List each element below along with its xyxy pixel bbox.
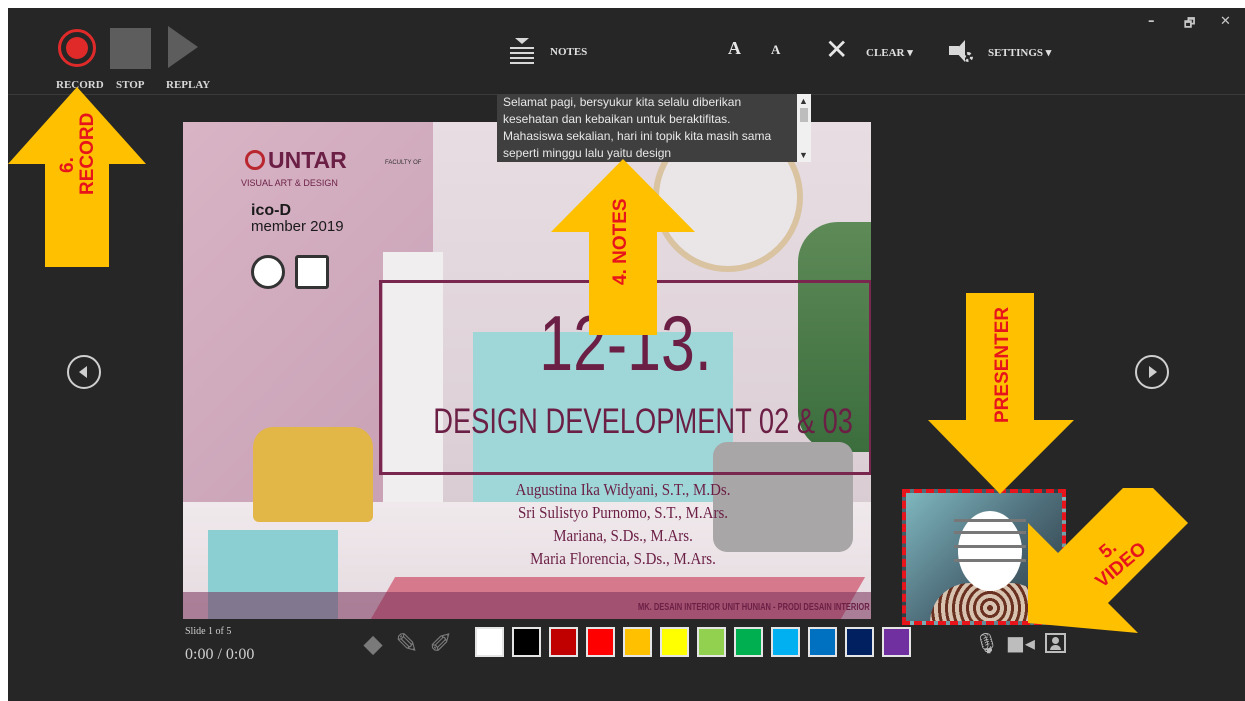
presenter-callout-arrow: PRESENTER	[928, 293, 1074, 494]
author-line: Maria Florencia, S.Ds., M.Ars.	[530, 549, 716, 568]
slide-footer: MK. DESAIN INTERIOR UNIT HUNIAN - PRODI …	[638, 602, 870, 613]
notes-icon[interactable]	[508, 38, 536, 64]
mask-line	[954, 545, 1026, 548]
scroll-up-icon[interactable]: ▲	[799, 96, 808, 106]
author-line: Augustina Ika Widyani, S.T., M.Ds.	[515, 480, 731, 499]
record-callout-arrow: 6. RECORD	[8, 87, 146, 267]
certification-seal-icon	[251, 255, 285, 289]
pen-color-swatch[interactable]	[586, 627, 615, 657]
logo-faculty-sub: VISUAL ART & DESIGN	[241, 178, 338, 188]
notes-panel[interactable]: Selamat pagi, bersyukur kita selalu dibe…	[497, 94, 803, 162]
settings-icon[interactable]	[949, 40, 975, 64]
mask-line	[954, 519, 1026, 522]
notes-callout-arrow: 4. NOTES	[551, 159, 695, 335]
video-callout-arrow: 5. VIDEO	[1028, 488, 1188, 638]
record-button[interactable]	[58, 29, 96, 67]
replay-button[interactable]	[168, 26, 198, 68]
highlighter-icon[interactable]: ✐	[426, 626, 456, 662]
pen-icon[interactable]: ✎	[392, 626, 422, 662]
mask-line	[954, 531, 1026, 534]
untar-logo-text: UNTAR	[268, 147, 347, 173]
author-line: Sri Sulistyo Purnomo, S.T., M.Ars.	[517, 503, 729, 522]
close-button[interactable]: ✕	[1220, 14, 1231, 29]
authors-list: Augustina Ika Widyani, S.T., M.Ds. Sri S…	[491, 478, 755, 570]
logo-faculty: FACULTY OF	[385, 160, 422, 166]
slide-yellow-chair	[253, 427, 373, 522]
scroll-down-icon[interactable]: ▼	[799, 150, 808, 160]
pen-color-swatch[interactable]	[623, 627, 652, 657]
font-increase-button[interactable]: A	[728, 38, 741, 59]
pen-color-swatch[interactable]	[549, 627, 578, 657]
pen-color-swatch[interactable]	[734, 627, 763, 657]
font-decrease-button[interactable]: A	[771, 42, 780, 58]
microphone-icon[interactable]: 🎙	[974, 632, 999, 654]
scroll-thumb[interactable]	[800, 108, 808, 122]
eraser-icon[interactable]: ⬥	[358, 626, 388, 662]
notes-scrollbar[interactable]: ▲ ▼	[797, 94, 811, 162]
pen-color-swatch[interactable]	[882, 627, 911, 657]
chevron-right-icon	[1149, 366, 1157, 378]
settings-button[interactable]: SETTINGS ▾	[988, 46, 1051, 59]
restore-button[interactable]: 🗗	[1184, 14, 1195, 35]
untar-logo: UNTAR	[245, 147, 347, 174]
clear-icon[interactable]: ✕	[825, 36, 848, 64]
pen-color-swatch[interactable]	[771, 627, 800, 657]
recording-window: – 🗗 ✕ RECORD STOP REPLAY NOTES A A ✕ CLE…	[8, 8, 1245, 701]
stop-button[interactable]	[110, 28, 151, 69]
replay-label: REPLAY	[166, 79, 211, 91]
notes-callout-label: 4. NOTES	[610, 198, 631, 285]
pen-color-swatch[interactable]	[475, 627, 504, 657]
mask-line	[954, 559, 1026, 562]
pen-color-swatch[interactable]	[845, 627, 874, 657]
slide-title: DESIGN DEVELOPMENT 02 & 03	[433, 402, 854, 441]
pen-color-swatch[interactable]	[697, 627, 726, 657]
chevron-left-icon	[79, 366, 87, 378]
previous-slide-button[interactable]	[67, 355, 101, 389]
clear-button[interactable]: CLEAR ▾	[866, 46, 913, 59]
author-line: Mariana, S.Ds., M.Ars.	[553, 526, 693, 545]
slide-counter: Slide 1 of 5	[185, 626, 232, 637]
notes-button[interactable]: NOTES	[550, 46, 587, 58]
slide-preview: UNTAR FACULTY OF VISUAL ART & DESIGN ico…	[183, 122, 871, 619]
presenter-face-mask	[958, 511, 1022, 591]
pen-color-swatch[interactable]	[512, 627, 541, 657]
untar-emblem-icon	[245, 150, 265, 170]
recording-timer: 0:00 / 0:00	[185, 646, 255, 663]
ukas-seal-icon	[295, 255, 329, 289]
presenter-callout-label: PRESENTER	[992, 306, 1013, 423]
pen-color-swatch[interactable]	[660, 627, 689, 657]
record-callout-label: 6. RECORD	[57, 112, 98, 195]
member-text: member 2019	[251, 218, 344, 235]
next-slide-button[interactable]	[1135, 355, 1169, 389]
minimize-button[interactable]: –	[1148, 14, 1155, 29]
pen-color-swatch[interactable]	[808, 627, 837, 657]
